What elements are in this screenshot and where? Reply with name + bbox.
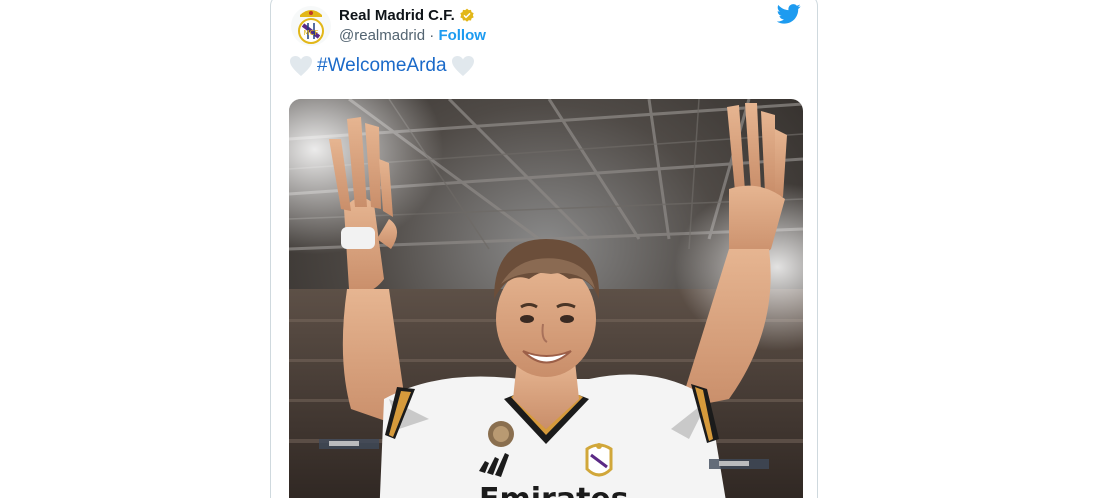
- author-names: Real Madrid C.F. @realmadrid · Follow: [339, 6, 486, 46]
- svg-text:Emirates: Emirates: [479, 482, 629, 498]
- verified-gold-badge-icon: [459, 8, 475, 24]
- hashtag-link[interactable]: #WelcomeArda: [317, 55, 447, 77]
- follow-link[interactable]: Follow: [438, 27, 486, 44]
- handle-row: @realmadrid · Follow: [339, 26, 486, 46]
- tweet-header: MCF Real Madrid C.F. @realmadrid · Follo…: [291, 1, 486, 51]
- page: MCF Real Madrid C.F. @realmadrid · Follo…: [0, 0, 1098, 498]
- svg-text:MCF: MCF: [304, 29, 319, 37]
- white-heart-icon: [451, 55, 475, 77]
- author-name-row: Real Madrid C.F.: [339, 6, 486, 26]
- player-photo[interactable]: Emirates: [289, 99, 803, 498]
- tweet-text: #WelcomeArda: [289, 55, 475, 77]
- author-name[interactable]: Real Madrid C.F.: [339, 6, 455, 26]
- real-madrid-crest-icon[interactable]: MCF: [291, 6, 331, 46]
- white-heart-icon: [289, 55, 313, 77]
- author-handle[interactable]: @realmadrid: [339, 27, 425, 44]
- twitter-bird-icon[interactable]: [776, 3, 801, 25]
- tweet-card[interactable]: MCF Real Madrid C.F. @realmadrid · Follo…: [270, 0, 818, 498]
- separator: ·: [425, 27, 439, 44]
